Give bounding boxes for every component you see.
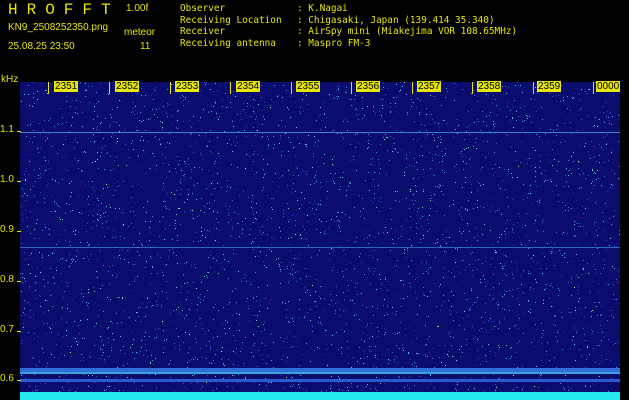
time-tick-label: 2355 <box>296 81 321 92</box>
time-tick-mark <box>48 82 49 94</box>
time-tick-label: 2357 <box>417 81 442 92</box>
meteor-label: meteor <box>124 27 156 38</box>
y-tick-mark <box>17 131 21 132</box>
y-tick-label: 1.0 <box>0 174 14 185</box>
info-row-receiver: Receiver: AirSpy mini (Miakejima VOR 108… <box>180 26 518 37</box>
y-tick-label: 1.1 <box>0 124 14 135</box>
datetime-label: 25.08.25 23:50 <box>8 41 75 52</box>
header-panel: HROFFT 1.00f KN9_2508252350.png meteor 2… <box>0 0 629 72</box>
filename-label: KN9_2508252350.png <box>8 22 109 33</box>
observer-info: Observer: K.Nagai Receiving Location: Ch… <box>180 3 517 49</box>
time-tick-label: 2359 <box>537 81 562 92</box>
time-tick-label: 0000 <box>596 81 621 92</box>
time-tick-mark <box>170 82 171 94</box>
y-tick-label: 0.6 <box>0 373 14 384</box>
time-tick-mark <box>472 82 473 94</box>
time-tick-mark <box>412 82 413 94</box>
y-tick-label: 0.8 <box>0 274 14 285</box>
y-tick-mark <box>17 181 21 182</box>
time-tick-label: 2351 <box>54 81 79 92</box>
time-tick-label: 2354 <box>236 81 261 92</box>
info-row-location: Receiving Location: Chigasaki, Japan (13… <box>180 14 495 26</box>
time-tick-mark <box>351 82 352 94</box>
version-label: 1.00f <box>126 3 149 14</box>
time-tick-mark <box>533 82 534 94</box>
y-tick-mark <box>17 231 21 232</box>
time-tick-mark <box>593 82 594 94</box>
y-tick-label: 0.7 <box>0 324 14 335</box>
time-tick-label: 2352 <box>115 81 140 92</box>
time-tick-label: 2353 <box>175 81 200 92</box>
y-tick-mark <box>17 331 21 332</box>
y-tick-mark <box>17 380 21 381</box>
y-tick-label: 0.9 <box>0 224 14 235</box>
time-tick-mark <box>230 82 231 94</box>
time-tick-label: 2356 <box>356 81 381 92</box>
spectrogram-plot <box>20 82 620 400</box>
info-row-observer: Observer: K.Nagai <box>180 3 348 14</box>
time-tick-label: 2358 <box>477 81 502 92</box>
time-tick-mark <box>109 82 110 94</box>
info-row-antenna: Receiving antenna: Maspro FM-3 <box>180 37 371 49</box>
y-tick-mark <box>17 281 21 282</box>
spectrogram-canvas <box>20 82 620 400</box>
time-tick-mark <box>291 82 292 94</box>
meteor-count: 11 <box>140 41 151 52</box>
app-title: HROFFT <box>8 1 120 19</box>
y-axis-unit: kHz <box>1 74 19 85</box>
